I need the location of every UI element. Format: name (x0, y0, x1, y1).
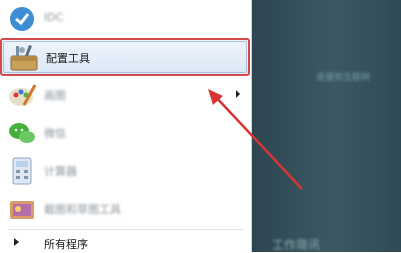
snipping-icon (6, 193, 38, 225)
menu-item-label: IDC (44, 11, 64, 24)
menu-item-label: 截图和草图工具 (44, 203, 121, 216)
start-menu: IDC 配置工具 画图 微信 计算器 截图和草图工具 所有程序 (0, 0, 252, 252)
menu-item-paint[interactable]: 画图 (0, 76, 250, 114)
calculator-icon (6, 155, 38, 187)
menu-item-wechat[interactable]: 微信 (0, 114, 250, 152)
desktop-text: 工作简讯 (272, 238, 321, 252)
menu-separator (8, 229, 244, 230)
desktop-background: 连接到互联网 工作简讯 (252, 0, 401, 252)
toolbox-icon (8, 42, 40, 74)
menu-item-label: 画图 (44, 89, 66, 102)
all-programs-label: 所有程序 (44, 238, 88, 251)
menu-item-app[interactable]: IDC (0, 0, 250, 38)
menu-item-label: 配置工具 (46, 52, 90, 65)
desktop-text: 连接到互联网 (316, 73, 371, 83)
menu-item-label: 计算器 (44, 165, 77, 178)
submenu-arrow-icon (236, 90, 240, 98)
menu-item-label: 微信 (44, 127, 66, 140)
app-icon (6, 3, 38, 35)
expand-arrow-icon (14, 238, 19, 246)
menu-item-config-tool[interactable]: 配置工具 (0, 38, 250, 76)
menu-item-snipping[interactable]: 截图和草图工具 (0, 190, 250, 228)
all-programs-item[interactable]: 所有程序 (0, 232, 250, 252)
menu-item-calculator[interactable]: 计算器 (0, 152, 250, 190)
paint-icon (6, 79, 38, 111)
wechat-icon (6, 117, 38, 149)
